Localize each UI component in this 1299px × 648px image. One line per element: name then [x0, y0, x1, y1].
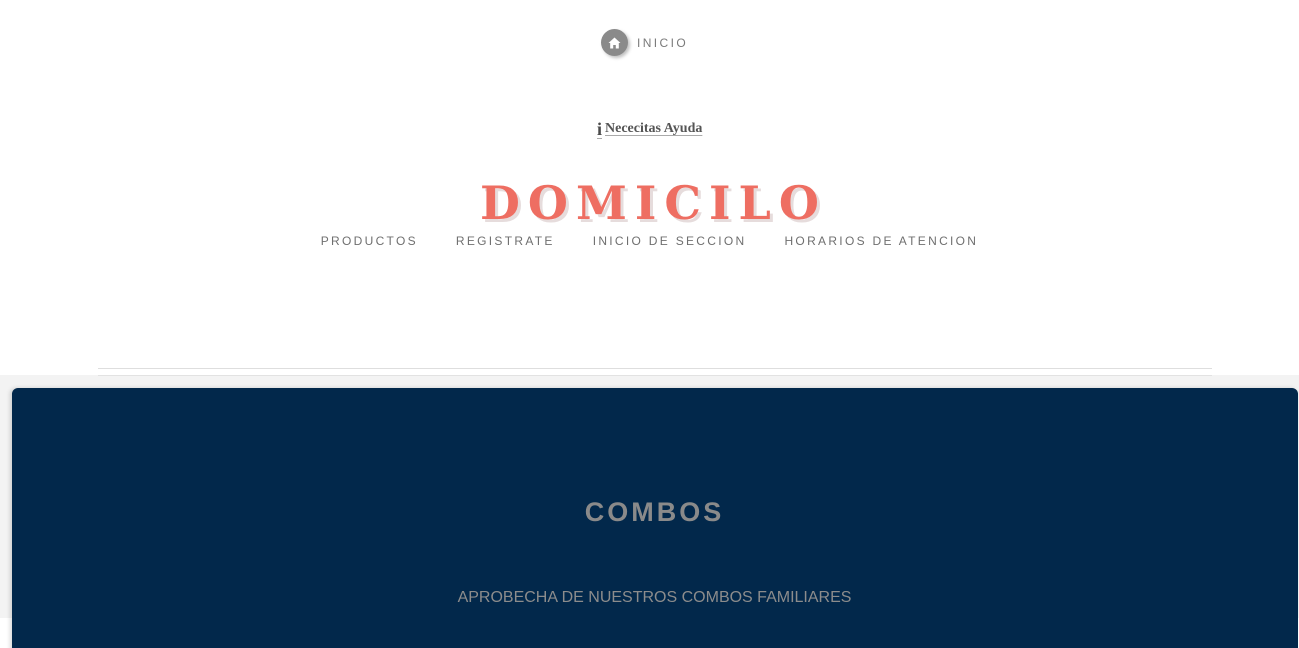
- nav-item-inicio-de-seccion[interactable]: INICIO DE SECCION: [593, 234, 747, 248]
- header-divider: [98, 368, 1212, 369]
- help-link-label: Nececitas Ayuda: [605, 121, 703, 136]
- nav-item-horarios[interactable]: HORARIOS DE ATENCION: [784, 234, 978, 248]
- info-icon: i: [597, 119, 603, 139]
- home-link[interactable]: INICIO: [601, 29, 688, 56]
- nav-item-registrate[interactable]: REGISTRATE: [456, 234, 555, 248]
- hero-subtitle: APROBECHA DE NUESTROS COMBOS FAMILIARES: [457, 589, 852, 606]
- nav-item-productos[interactable]: PRODUCTOS: [321, 234, 418, 248]
- site-title: DOMICILO: [480, 176, 827, 230]
- home-icon: [601, 29, 628, 56]
- home-link-label: INICIO: [637, 35, 689, 50]
- main-nav: PRODUCTOS REGISTRATE INICIO DE SECCION H…: [0, 234, 1299, 248]
- content-divider: [98, 375, 1212, 376]
- help-link[interactable]: i Nececitas Ayuda: [597, 120, 702, 138]
- hero-title: COMBOS: [584, 497, 725, 527]
